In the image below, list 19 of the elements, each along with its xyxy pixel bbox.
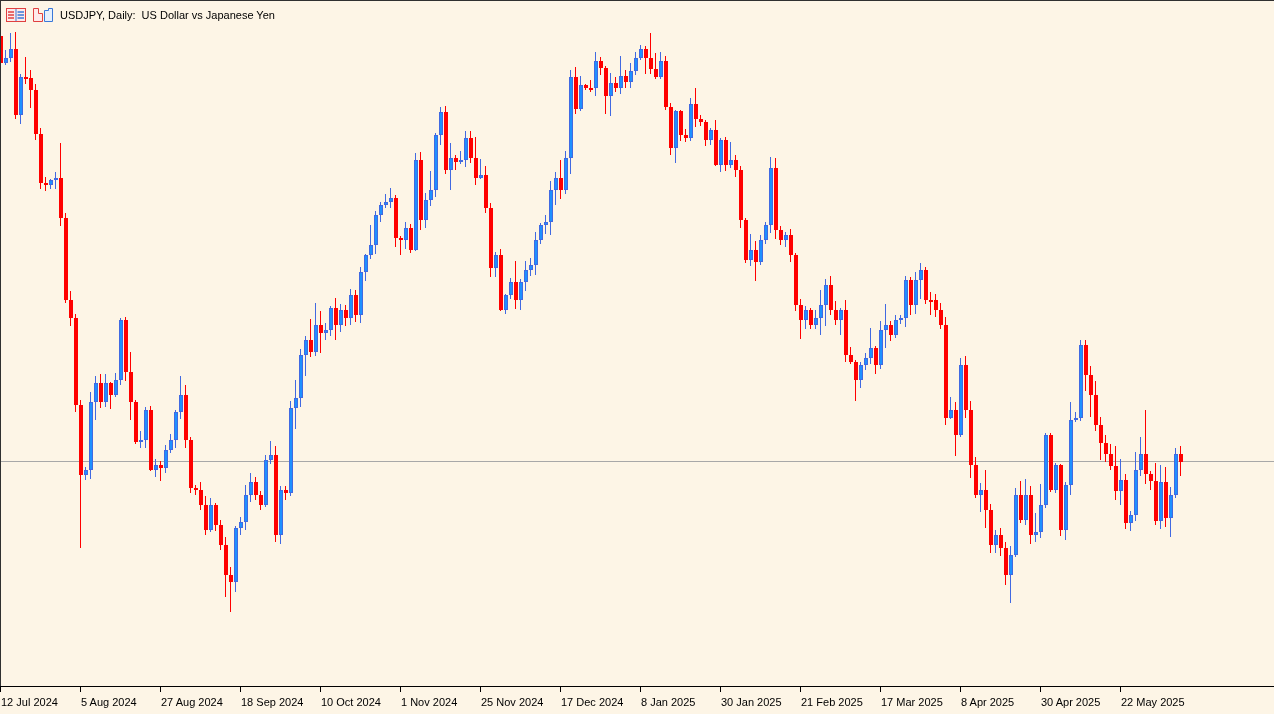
date-label: 21 Feb 2025 <box>801 696 863 709</box>
list-icon[interactable] <box>6 8 26 22</box>
date-label: 8 Jan 2025 <box>641 696 696 709</box>
date-label: 30 Apr 2025 <box>1041 696 1101 709</box>
date-label: 1 Nov 2024 <box>401 696 458 709</box>
date-label: 5 Aug 2024 <box>81 696 137 709</box>
chart-description: US Dollar vs Japanese Yen <box>141 8 275 22</box>
date-label: 22 May 2025 <box>1121 696 1185 709</box>
chart-symbol-title: USDJPY, Daily: <box>60 8 136 22</box>
date-label: 18 Sep 2024 <box>241 696 304 709</box>
date-label: 10 Oct 2024 <box>321 696 381 709</box>
date-label: 25 Nov 2024 <box>481 696 544 709</box>
date-label: 17 Mar 2025 <box>881 696 943 709</box>
date-label: 30 Jan 2025 <box>721 696 782 709</box>
date-label: 27 Aug 2024 <box>161 696 223 709</box>
date-label: 17 Dec 2024 <box>561 696 624 709</box>
date-label: 8 Apr 2025 <box>961 696 1015 709</box>
panels-icon[interactable] <box>33 8 53 22</box>
date-label: 12 Jul 2024 <box>1 696 58 709</box>
